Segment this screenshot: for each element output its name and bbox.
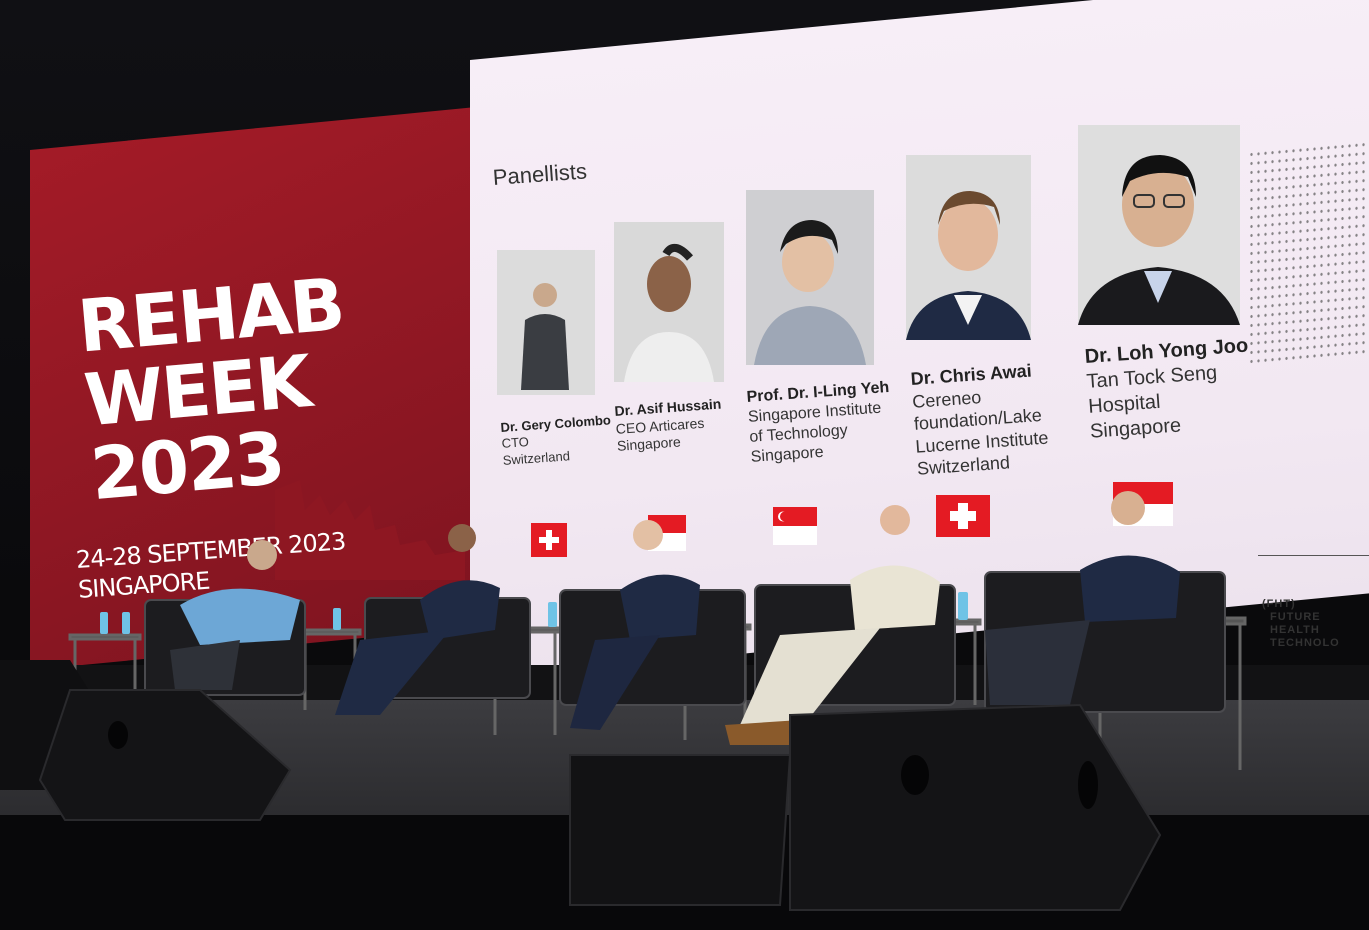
floor-monitor-speakers: [0, 660, 1162, 911]
panellist-photo-3: [746, 190, 874, 365]
panellist-5-text: Dr. Loh Yong Joo Tan Tock Seng Hospital …: [1084, 334, 1254, 445]
event-title: REHAB WEEK 2023: [74, 261, 347, 517]
panellist-photo-5: [1078, 125, 1240, 325]
panellist-3-text: Prof. Dr. I-Ling Yeh Singapore Institute…: [746, 378, 894, 468]
panellist-2-text: Dr. Asif Hussain CEO Articares Singapore: [614, 396, 724, 456]
panellist-photo-4: [906, 155, 1031, 340]
panellist-photo-1: [497, 250, 595, 395]
panellist-1-text: Dr. Gery Colombo CTO Switzerland: [500, 412, 614, 468]
dot-pattern: [1248, 139, 1369, 366]
stage-scene: REHAB WEEK 2023 24-28 SEPTEMBER 2023 SIN…: [0, 0, 1369, 930]
panellist-photo-2: [614, 222, 724, 382]
panellist-4-text: Dr. Chris Awai Cereneo foundation/Lake L…: [910, 359, 1051, 481]
